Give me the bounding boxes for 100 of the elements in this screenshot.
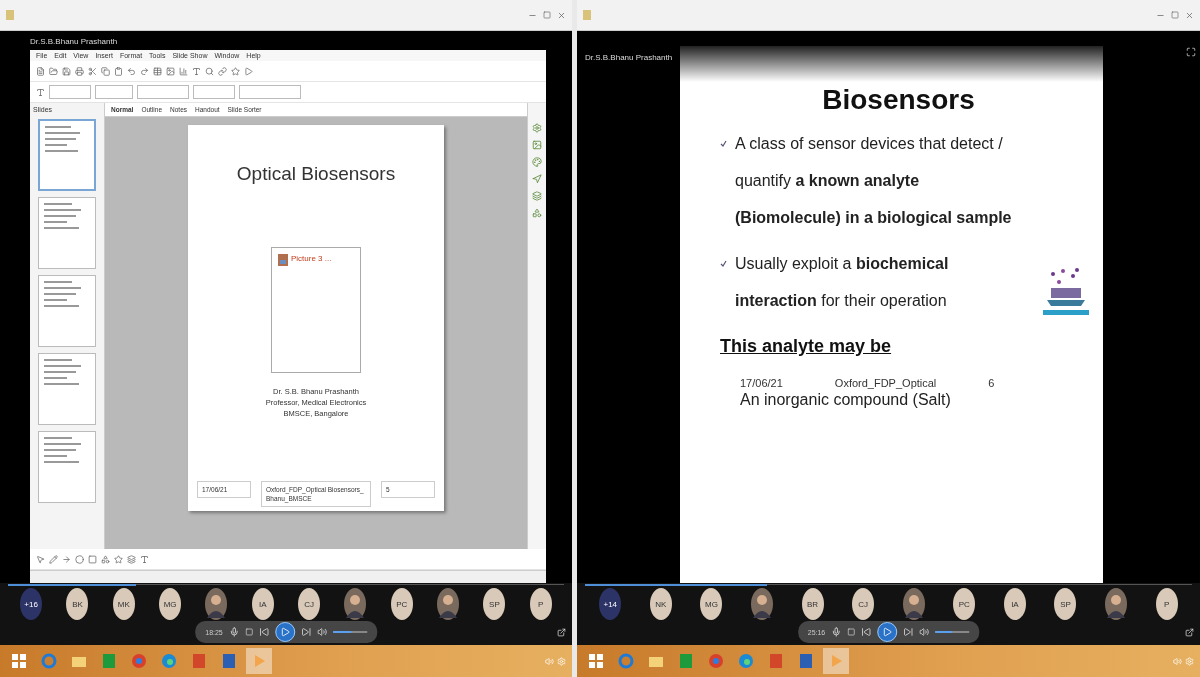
forward-button[interactable] bbox=[903, 627, 914, 637]
cut-icon[interactable] bbox=[88, 66, 97, 76]
more-participants[interactable]: +14 bbox=[599, 588, 622, 620]
shapes-icon[interactable] bbox=[101, 554, 110, 564]
participant-photo[interactable] bbox=[344, 588, 367, 620]
participant-avatar[interactable]: P bbox=[1155, 588, 1178, 620]
undo-icon[interactable] bbox=[127, 66, 136, 76]
star-icon[interactable] bbox=[114, 554, 123, 564]
participant-avatar[interactable]: IA bbox=[251, 588, 274, 620]
stop-icon bbox=[244, 628, 253, 636]
play-button[interactable] bbox=[274, 622, 295, 642]
text-icon[interactable] bbox=[192, 66, 201, 76]
stop-button[interactable] bbox=[847, 628, 856, 636]
star-icon[interactable] bbox=[231, 66, 240, 76]
search-icon[interactable] bbox=[205, 66, 214, 76]
participant-avatar[interactable]: PC bbox=[390, 588, 413, 620]
circle-icon[interactable] bbox=[75, 554, 84, 564]
input-field[interactable] bbox=[49, 85, 91, 99]
stop-icon bbox=[847, 628, 856, 636]
speaker-icon[interactable] bbox=[1173, 656, 1182, 666]
slide-thumbnail[interactable] bbox=[38, 353, 96, 425]
arrow-icon[interactable] bbox=[62, 554, 71, 564]
square-icon[interactable] bbox=[88, 554, 97, 564]
participant-avatar[interactable]: SP bbox=[1054, 588, 1077, 620]
play-button[interactable] bbox=[877, 622, 898, 642]
participant-avatar[interactable]: SP bbox=[483, 588, 506, 620]
participant-avatar[interactable]: P bbox=[529, 588, 552, 620]
close-icon[interactable] bbox=[557, 10, 566, 20]
more-participants[interactable]: +16 bbox=[20, 588, 43, 620]
slide-thumbnail[interactable] bbox=[38, 431, 96, 503]
participant-avatar[interactable]: BK bbox=[66, 588, 89, 620]
participant-avatar[interactable]: PC bbox=[953, 588, 976, 620]
close-icon[interactable] bbox=[1185, 10, 1194, 20]
participant-avatar[interactable]: IA bbox=[1003, 588, 1026, 620]
forward-icon bbox=[300, 627, 311, 637]
copy-icon[interactable] bbox=[101, 66, 110, 76]
participant-photo[interactable] bbox=[751, 588, 773, 620]
forward-button[interactable] bbox=[300, 627, 311, 637]
paste-icon[interactable] bbox=[114, 66, 123, 76]
pointer-icon[interactable] bbox=[36, 554, 45, 564]
participant-avatar[interactable]: MK bbox=[112, 588, 135, 620]
slide-thumbnail[interactable] bbox=[38, 197, 96, 269]
volume-button[interactable] bbox=[316, 627, 327, 637]
participant-avatar[interactable]: CJ bbox=[852, 588, 875, 620]
app-icon bbox=[6, 10, 14, 20]
palette-icon[interactable] bbox=[532, 157, 542, 167]
mic-button[interactable] bbox=[228, 627, 239, 637]
mic-icon bbox=[228, 627, 239, 637]
shapes-icon[interactable] bbox=[532, 208, 542, 218]
text-icon[interactable] bbox=[140, 554, 149, 564]
link-icon[interactable] bbox=[218, 66, 227, 76]
participant-avatar[interactable]: NK bbox=[649, 588, 672, 620]
participant-photo[interactable] bbox=[205, 588, 228, 620]
play-icon[interactable] bbox=[244, 66, 253, 76]
save-icon[interactable] bbox=[62, 66, 71, 76]
stop-button[interactable] bbox=[244, 628, 253, 636]
popout-icon[interactable] bbox=[557, 628, 566, 637]
participant-avatar[interactable]: MG bbox=[159, 588, 182, 620]
participant-avatar[interactable]: MG bbox=[700, 588, 723, 620]
redo-icon[interactable] bbox=[140, 66, 149, 76]
image-icon[interactable] bbox=[532, 140, 542, 150]
slide-thumbnail[interactable] bbox=[38, 119, 96, 191]
layers-icon[interactable] bbox=[127, 554, 136, 564]
open-icon[interactable] bbox=[49, 66, 58, 76]
rewind-button[interactable] bbox=[861, 627, 872, 637]
participant-photo[interactable] bbox=[902, 588, 925, 620]
image-icon[interactable] bbox=[166, 66, 175, 76]
chart-icon[interactable] bbox=[179, 66, 188, 76]
maximize-icon[interactable] bbox=[543, 11, 551, 19]
input-field[interactable] bbox=[193, 85, 235, 99]
popout-icon[interactable] bbox=[1185, 628, 1194, 637]
play-icon bbox=[882, 627, 893, 637]
participant-photo[interactable] bbox=[437, 588, 460, 620]
sheet-icon bbox=[102, 653, 116, 669]
navigator-icon[interactable] bbox=[532, 174, 542, 184]
fullscreen-icon[interactable] bbox=[1186, 47, 1196, 57]
mic-button[interactable] bbox=[831, 627, 842, 637]
pencil-icon[interactable] bbox=[49, 554, 58, 564]
rewind-icon bbox=[861, 627, 872, 637]
volume-button[interactable] bbox=[919, 627, 930, 637]
layers-icon[interactable] bbox=[532, 191, 542, 201]
input-field[interactable] bbox=[95, 85, 133, 99]
speaker-icon[interactable] bbox=[545, 656, 554, 666]
footer-text: Oxford_FDP_Optical bbox=[834, 377, 937, 389]
input-field[interactable] bbox=[137, 85, 189, 99]
input-field[interactable] bbox=[239, 85, 301, 99]
participant-avatar[interactable]: BR bbox=[801, 588, 824, 620]
text-icon[interactable] bbox=[36, 87, 45, 97]
maximize-icon[interactable] bbox=[1171, 11, 1179, 19]
rewind-button[interactable] bbox=[258, 627, 269, 637]
document-icon[interactable] bbox=[36, 66, 45, 76]
participant-avatar[interactable]: CJ bbox=[298, 588, 321, 620]
table-icon[interactable] bbox=[153, 66, 162, 76]
slide-thumbnail[interactable] bbox=[38, 275, 96, 347]
participant-photo[interactable] bbox=[1105, 588, 1128, 620]
settings-icon[interactable] bbox=[532, 123, 542, 133]
app-icon bbox=[583, 10, 591, 20]
volume-icon bbox=[919, 627, 930, 637]
print-icon[interactable] bbox=[75, 66, 84, 76]
check-icon bbox=[720, 260, 727, 268]
